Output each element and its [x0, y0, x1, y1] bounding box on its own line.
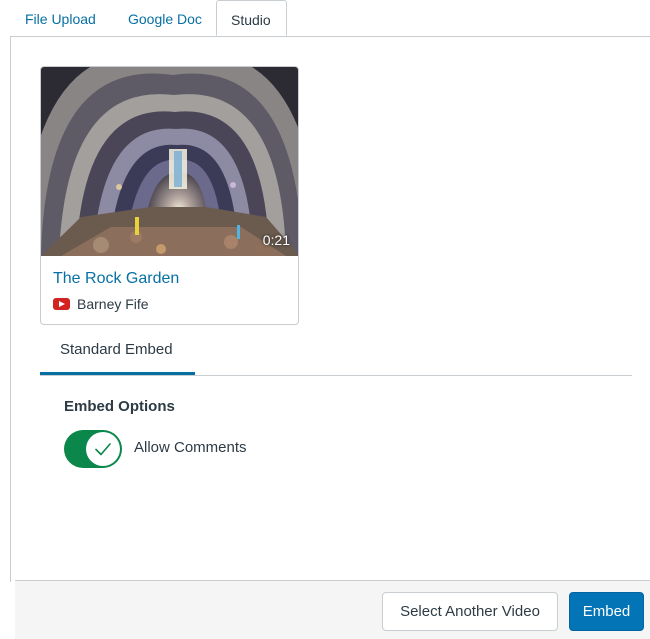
embed-button[interactable]: Embed: [569, 592, 644, 631]
tab-bar: File Upload Google Doc Studio: [0, 0, 650, 37]
video-title-link[interactable]: The Rock Garden: [53, 270, 179, 288]
tab-standard-embed[interactable]: Standard Embed: [40, 337, 195, 375]
tab-studio[interactable]: Studio: [216, 0, 287, 36]
allow-comments-toggle[interactable]: [64, 430, 122, 468]
rock-garden-image: [41, 67, 298, 256]
allow-comments-label[interactable]: Allow Comments: [134, 439, 247, 456]
video-duration: 0:21: [262, 232, 290, 248]
embed-options-heading: Embed Options: [64, 398, 175, 415]
video-thumbnail[interactable]: 0:21: [41, 67, 298, 256]
tab-google-doc[interactable]: Google Doc: [128, 0, 202, 36]
tab-file-upload[interactable]: File Upload: [25, 0, 96, 36]
toggle-knob: [86, 432, 120, 466]
panel-border: [10, 37, 11, 582]
embed-tab-divider: [40, 375, 632, 376]
youtube-icon: [53, 298, 70, 310]
checkmark-icon: [95, 443, 111, 456]
video-author-row: Barney Fife: [53, 295, 149, 313]
select-another-video-button[interactable]: Select Another Video: [382, 592, 558, 631]
video-author: Barney Fife: [77, 296, 149, 312]
tab-divider: [10, 36, 650, 37]
video-card[interactable]: 0:21 The Rock Garden Barney Fife: [40, 66, 299, 325]
